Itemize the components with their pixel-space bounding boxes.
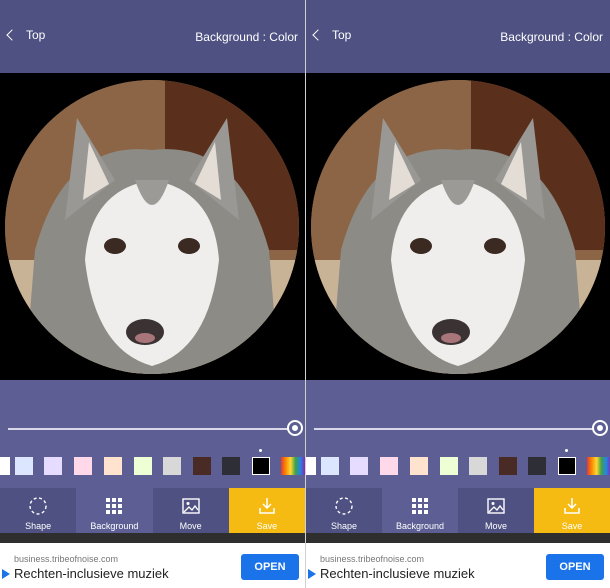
back-button[interactable]: Top xyxy=(312,28,352,42)
ad-play-icon xyxy=(2,569,10,579)
ad-open-button[interactable]: OPEN xyxy=(241,554,299,580)
top-bar: Top Background : Color xyxy=(306,0,610,73)
bottom-toolbar: Shape Background Move Save xyxy=(0,488,305,533)
color-swatch-charcoal[interactable] xyxy=(528,457,546,475)
back-button[interactable]: Top xyxy=(6,28,46,42)
grid-icon xyxy=(412,498,428,514)
color-swatch-rainbow[interactable] xyxy=(587,457,610,475)
preview-canvas xyxy=(306,73,610,380)
husky-photo-circle[interactable] xyxy=(5,80,299,374)
color-palette xyxy=(0,444,305,488)
color-swatch-white[interactable] xyxy=(0,457,10,475)
download-icon xyxy=(564,498,580,514)
color-swatch-rainbow[interactable] xyxy=(281,457,305,475)
color-swatch-black[interactable] xyxy=(558,457,576,475)
dashed-circle-icon xyxy=(335,497,353,515)
color-swatch-pink[interactable] xyxy=(380,457,398,475)
background-tool-label: Background xyxy=(395,521,445,531)
ad-title[interactable]: Rechten-inclusieve muziek xyxy=(320,566,475,581)
editor-panel-left: Top Background : Color Shape Background … xyxy=(0,0,305,588)
color-swatch-lavender[interactable] xyxy=(350,457,368,475)
husky-illustration xyxy=(311,80,605,374)
chevron-left-icon xyxy=(6,29,18,41)
preview-canvas xyxy=(0,73,305,380)
color-swatch-gray[interactable] xyxy=(163,457,181,475)
ad-title[interactable]: Rechten-inclusieve muziek xyxy=(14,566,169,581)
chevron-left-icon xyxy=(312,29,324,41)
top-bar: Top Background : Color xyxy=(0,0,305,73)
download-icon xyxy=(259,498,275,514)
move-tool-label: Move xyxy=(179,521,202,531)
save-button[interactable]: Save xyxy=(534,488,610,533)
size-slider-track[interactable] xyxy=(8,428,291,430)
separator-strip xyxy=(0,533,305,543)
color-swatch-pink[interactable] xyxy=(74,457,92,475)
color-swatch-lightblue[interactable] xyxy=(15,457,33,475)
shape-tool-label: Shape xyxy=(330,521,358,531)
color-swatch-gray[interactable] xyxy=(469,457,487,475)
color-swatch-brown[interactable] xyxy=(499,457,517,475)
husky-illustration xyxy=(5,80,299,374)
color-swatch-lightgreen[interactable] xyxy=(134,457,152,475)
color-swatch-lavender[interactable] xyxy=(44,457,62,475)
color-swatch-peach[interactable] xyxy=(104,457,122,475)
color-palette xyxy=(306,444,610,488)
move-tool-button[interactable]: Move xyxy=(458,488,534,533)
save-label: Save xyxy=(256,521,278,531)
background-tool-label: Background xyxy=(90,521,139,531)
husky-photo-circle[interactable] xyxy=(311,80,605,374)
shape-tool-label: Shape xyxy=(25,521,52,531)
color-swatch-lightblue[interactable] xyxy=(321,457,339,475)
ad-url: business.tribeofnoise.com xyxy=(320,554,425,564)
dashed-circle-icon xyxy=(29,497,47,515)
size-slider-thumb[interactable] xyxy=(592,420,608,436)
selected-indicator-dot xyxy=(565,449,568,452)
background-tool-button[interactable]: Background xyxy=(76,488,153,533)
ad-banner[interactable]: business.tribeofnoise.com Rechten-inclus… xyxy=(306,543,610,588)
save-label: Save xyxy=(561,521,583,531)
back-label: Top xyxy=(26,28,46,42)
ad-url: business.tribeofnoise.com xyxy=(14,554,119,564)
editor-panel-right: Top Background : Color Shape Background … xyxy=(305,0,610,588)
size-slider-area xyxy=(306,380,610,444)
background-mode-label[interactable]: Background : Color xyxy=(195,30,298,44)
ad-banner[interactable]: business.tribeofnoise.com Rechten-inclus… xyxy=(0,543,305,588)
background-tool-button[interactable]: Background xyxy=(382,488,458,533)
image-icon xyxy=(181,498,200,514)
bottom-toolbar: Shape Background Move Save xyxy=(306,488,610,533)
size-slider-thumb[interactable] xyxy=(287,420,303,436)
color-swatch-lightgreen[interactable] xyxy=(440,457,458,475)
ad-open-button[interactable]: OPEN xyxy=(546,554,604,580)
ad-play-icon xyxy=(308,569,316,579)
color-swatch-brown[interactable] xyxy=(193,457,211,475)
color-swatch-peach[interactable] xyxy=(410,457,428,475)
color-swatch-black[interactable] xyxy=(252,457,270,475)
color-swatch-white[interactable] xyxy=(306,457,316,475)
save-button[interactable]: Save xyxy=(228,488,305,533)
move-tool-label: Move xyxy=(484,521,507,531)
size-slider-track[interactable] xyxy=(314,428,596,430)
shape-tool-button[interactable]: Shape xyxy=(0,488,76,533)
color-swatch-charcoal[interactable] xyxy=(222,457,240,475)
image-icon xyxy=(487,498,505,514)
screen: Top Background : Color Shape Background … xyxy=(0,0,610,588)
selected-indicator-dot xyxy=(259,449,262,452)
separator-strip xyxy=(306,533,610,543)
back-label: Top xyxy=(332,28,352,42)
grid-icon xyxy=(106,498,123,514)
background-mode-label[interactable]: Background : Color xyxy=(500,30,603,44)
shape-tool-button[interactable]: Shape xyxy=(306,488,382,533)
size-slider-area xyxy=(0,380,305,444)
move-tool-button[interactable]: Move xyxy=(153,488,229,533)
